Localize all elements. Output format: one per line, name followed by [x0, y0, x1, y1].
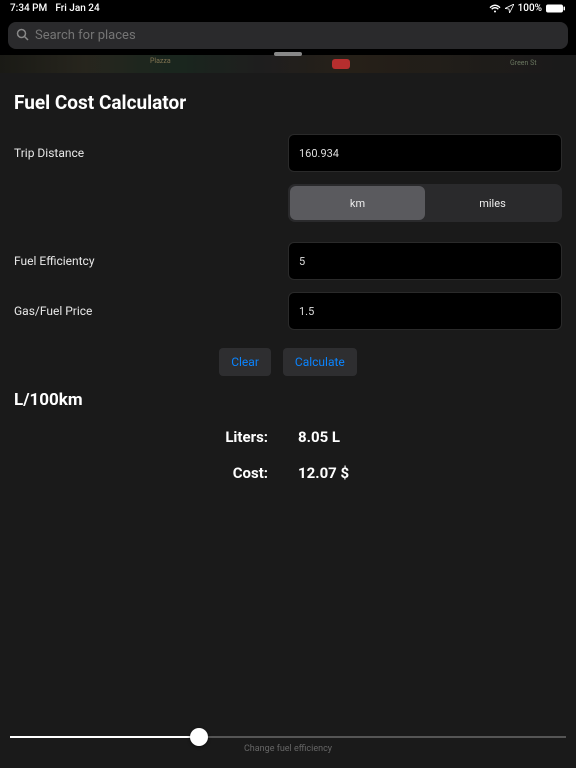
result-cost: Cost: 12.07 $ [14, 464, 562, 482]
fuel-efficiency-input[interactable] [288, 242, 562, 280]
map-pin-icon [332, 59, 350, 69]
search-bar[interactable] [8, 22, 568, 49]
cost-value: 12.07 $ [298, 464, 368, 482]
wifi-icon [489, 4, 501, 13]
map-label: Plazza [150, 57, 171, 65]
map-label: Green St [510, 59, 537, 67]
calculate-button[interactable]: Calculate [283, 348, 357, 376]
slider-caption: Change fuel efficiency [10, 744, 566, 754]
map-preview[interactable]: Plazza Green St [0, 55, 576, 73]
trip-distance-label: Trip Distance [14, 146, 288, 160]
battery-icon [546, 4, 566, 13]
fuel-efficiency-row: Fuel Efficientcy [14, 242, 562, 280]
fuel-efficiency-label: Fuel Efficientcy [14, 254, 288, 268]
status-bar: 7:34 PM Fri Jan 24 100% [0, 0, 576, 16]
fuel-price-row: Gas/Fuel Price [14, 292, 562, 330]
slider-fill [10, 736, 199, 738]
slider-thumb[interactable] [190, 728, 208, 746]
unit-segmented-control[interactable]: km miles [288, 184, 562, 222]
search-icon [16, 26, 29, 45]
page-title: Fuel Cost Calculator [14, 91, 562, 114]
status-time: 7:34 PM [10, 3, 47, 14]
cost-label: Cost: [208, 464, 268, 482]
status-date: Fri Jan 24 [55, 3, 99, 14]
efficiency-mode: L/100km [14, 390, 562, 410]
location-icon [505, 4, 514, 13]
fuel-price-label: Gas/Fuel Price [14, 304, 288, 318]
fuel-price-input[interactable] [288, 292, 562, 330]
result-liters: Liters: 8.05 L [14, 428, 562, 446]
battery-percent: 100% [518, 3, 542, 14]
clear-button[interactable]: Clear [219, 348, 271, 376]
liters-value: 8.05 L [298, 428, 368, 446]
trip-distance-row: Trip Distance [14, 134, 562, 172]
unit-miles-segment[interactable]: miles [425, 186, 560, 220]
search-input[interactable] [35, 28, 560, 43]
unit-km-segment[interactable]: km [290, 186, 425, 220]
liters-label: Liters: [208, 428, 268, 446]
drag-handle-icon[interactable] [274, 52, 302, 56]
slider-track[interactable] [10, 736, 566, 738]
search-container [0, 16, 576, 55]
efficiency-slider[interactable]: Change fuel efficiency [10, 736, 566, 754]
trip-distance-input[interactable] [288, 134, 562, 172]
